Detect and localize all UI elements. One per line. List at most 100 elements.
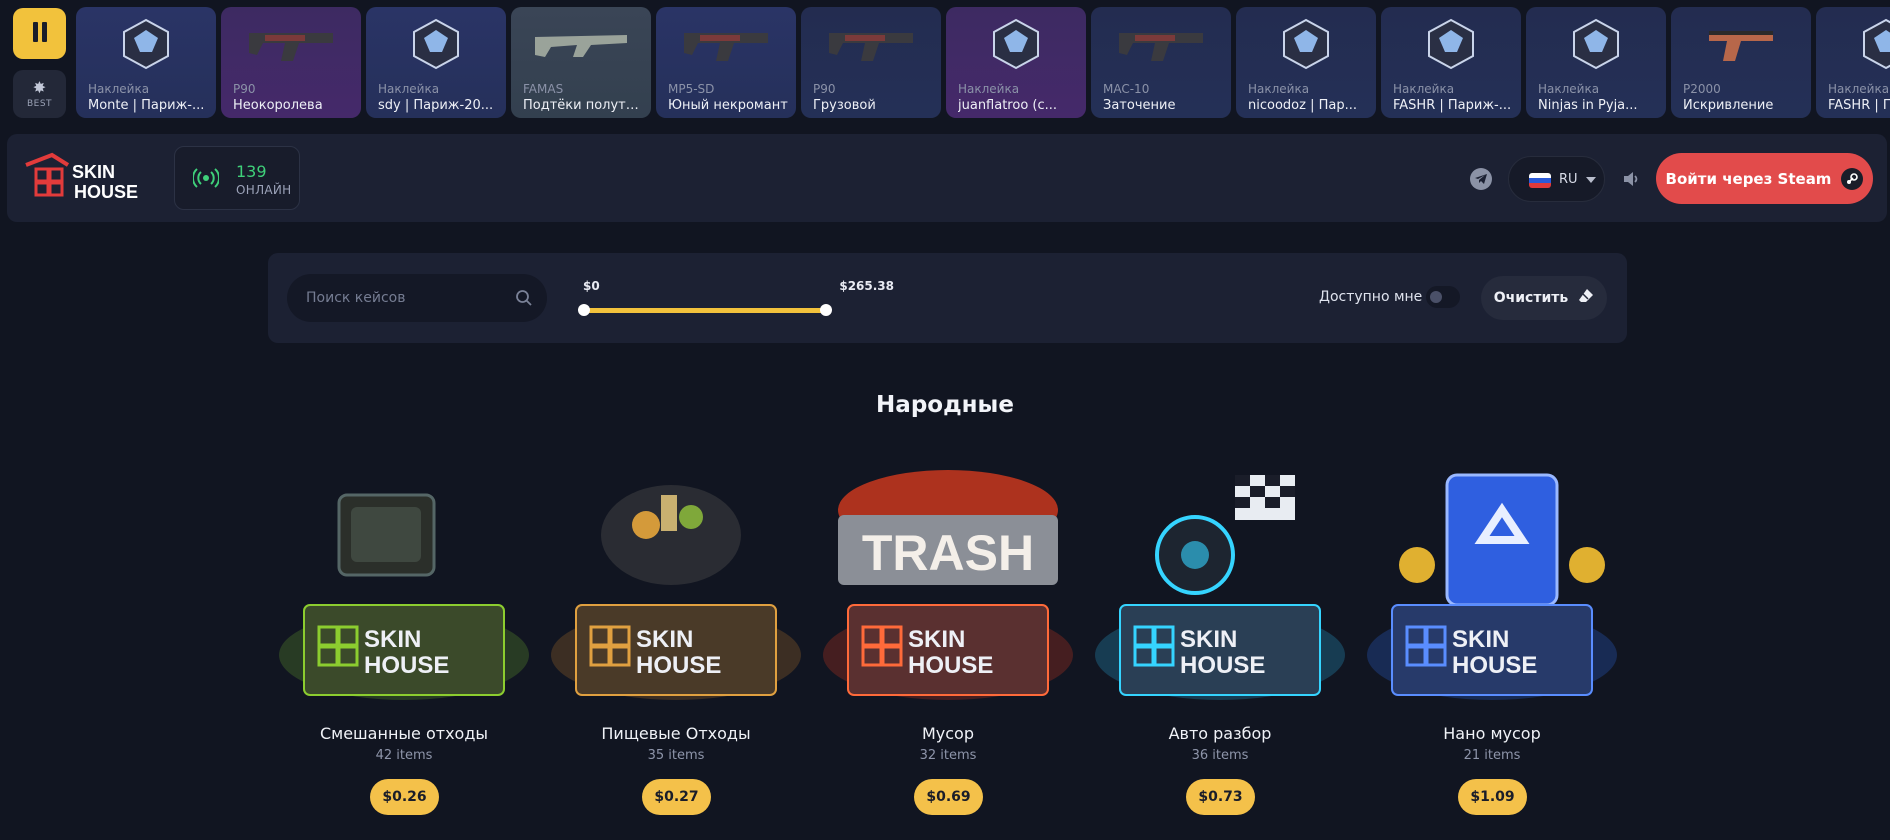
case-name: Нано мусор (1443, 724, 1541, 743)
live-drop-card[interactable]: Наклейка nicoodoz | Пар... (1236, 7, 1376, 118)
drop-item-type: P90 (813, 82, 836, 96)
pause-button[interactable] (13, 8, 66, 59)
case-name: Пищевые Отходы (601, 724, 751, 743)
drop-item-name: Ninjas in Pyja... (1538, 98, 1638, 113)
case-item-count: 32 items (919, 748, 977, 763)
language-selector[interactable]: RU (1508, 156, 1605, 202)
live-drop-card[interactable]: P2000 Искривление (1671, 7, 1811, 118)
drop-item-type: Наклейка (1828, 82, 1890, 96)
live-drop-card[interactable]: P90 Неокоролева (221, 7, 361, 118)
svg-text:SKIN: SKIN (908, 626, 965, 653)
smg-icon (1091, 9, 1231, 79)
pause-icon (31, 21, 49, 46)
fashr-sticker-icon (1381, 9, 1521, 79)
fashr-sticker-icon (1816, 9, 1890, 79)
case-search (287, 274, 547, 322)
search-icon[interactable] (515, 289, 533, 311)
price-range-track[interactable] (584, 308, 826, 313)
steam-login-label: Войти через Steam (1665, 169, 1832, 188)
online-counter: 139 ОНЛАЙН (174, 146, 300, 210)
case-card[interactable]: SKIN HOUSE Нано мусор 21 items $1.09 (1357, 455, 1627, 840)
live-drop-card[interactable]: MAC-10 Заточение (1091, 7, 1231, 118)
chevron-down-icon (1586, 177, 1596, 183)
drop-item-type: Наклейка (1393, 82, 1455, 96)
live-drop-card[interactable]: Наклейка Monte | Париж-... (76, 7, 216, 118)
food-trash-case-image[interactable]: SKIN HOUSE (541, 455, 811, 715)
tires-flag-case-image[interactable]: SKIN HOUSE (1085, 455, 1355, 715)
svg-text:SKIN: SKIN (1452, 626, 1509, 653)
drop-item-type: P90 (233, 82, 256, 96)
smg-icon (801, 9, 941, 79)
case-price-button[interactable]: $1.09 (1458, 779, 1527, 815)
sound-icon[interactable] (1621, 169, 1641, 193)
case-card[interactable]: SKIN HOUSE Пищевые Отходы 35 items $0.27 (541, 455, 811, 840)
live-drop-card[interactable]: Наклейка FASHR | П (1816, 7, 1890, 118)
svg-text:TRASH: TRASH (862, 525, 1034, 581)
telegram-icon[interactable] (1470, 168, 1492, 190)
drop-item-name: Monte | Париж-... (88, 98, 205, 113)
svg-text:HOUSE: HOUSE (636, 652, 721, 679)
case-search-input[interactable] (287, 274, 507, 322)
live-drop-card[interactable]: Наклейка Ninjas in Pyja... (1526, 7, 1666, 118)
drop-item-type: MAC-10 (1103, 82, 1150, 96)
tv-trash-case-image[interactable]: SKIN HOUSE (269, 455, 539, 715)
clear-filters-button[interactable]: Очистить (1481, 276, 1607, 320)
drop-item-name: FASHR | Париж-... (1393, 98, 1512, 113)
svg-text:SKIN: SKIN (364, 626, 421, 653)
sdy-sticker-icon (366, 9, 506, 79)
case-price-button[interactable]: $0.26 (370, 779, 439, 815)
site-logo[interactable]: SKIN HOUSE (22, 151, 152, 202)
site-header: SKIN HOUSE 139 ОНЛАЙН RU Войти через Ste… (7, 134, 1887, 222)
language-code: RU (1559, 172, 1578, 187)
case-price-button[interactable]: $0.27 (642, 779, 711, 815)
rifle-icon (511, 9, 651, 79)
case-item-count: 35 items (647, 748, 705, 763)
drop-item-type: Наклейка (1538, 82, 1600, 96)
live-drop-card[interactable]: P90 Грузовой (801, 7, 941, 118)
trash-case-image[interactable]: TRASH SKIN HOUSE (813, 455, 1083, 715)
price-min-handle[interactable] (578, 304, 590, 316)
case-card[interactable]: TRASH SKIN HOUSE Мусор 32 items $0.69 (813, 455, 1083, 840)
eraser-icon (1578, 288, 1594, 308)
live-drop-card[interactable]: Наклейка juanflatroo (с... (946, 7, 1086, 118)
case-price-button[interactable]: $0.69 (914, 779, 983, 815)
price-max-handle[interactable] (820, 304, 832, 316)
recycle-case-image[interactable]: SKIN HOUSE (1357, 455, 1627, 715)
case-item-count: 42 items (375, 748, 433, 763)
drop-item-name: juanflatroo (с... (958, 98, 1058, 113)
drop-item-type: Наклейка (958, 82, 1020, 96)
star-icon: ✸ (32, 77, 47, 97)
russia-flag-icon (1529, 173, 1551, 188)
case-card[interactable]: SKIN HOUSE Авто разбор 36 items $0.73 (1085, 455, 1355, 840)
svg-text:SKIN: SKIN (72, 162, 115, 182)
best-label: BEST (26, 98, 53, 109)
live-drop-card[interactable]: FAMAS Подтёки полуто... (511, 7, 651, 118)
svg-text:HOUSE: HOUSE (74, 182, 138, 201)
price-min-label: $0 (583, 279, 600, 293)
best-drops-button[interactable]: ✸ BEST (13, 70, 66, 118)
drop-item-type: MP5-SD (668, 82, 715, 96)
drop-item-name: Юный некромант (668, 98, 788, 113)
drop-item-name: Искривление (1683, 98, 1774, 113)
live-drop-card[interactable]: MP5-SD Юный некромант (656, 7, 796, 118)
svg-text:HOUSE: HOUSE (364, 652, 449, 679)
live-drop-card[interactable]: Наклейка sdy | Париж-20... (366, 7, 506, 118)
drop-item-name: Подтёки полуто... (523, 98, 643, 113)
drop-item-name: Неокоролева (233, 98, 323, 113)
available-to-me-toggle[interactable] (1426, 286, 1460, 308)
drop-item-type: P2000 (1683, 82, 1721, 96)
section-title: Народные (876, 392, 1014, 418)
steam-icon (1841, 167, 1864, 190)
drop-item-type: Наклейка (1248, 82, 1310, 96)
live-drop-card[interactable]: Наклейка FASHR | Париж-... (1381, 7, 1521, 118)
drop-item-name: Грузовой (813, 98, 876, 113)
pistol-icon (1671, 9, 1811, 79)
case-price-button[interactable]: $0.73 (1186, 779, 1255, 815)
steam-login-button[interactable]: Войти через Steam (1656, 153, 1873, 204)
drop-item-type: FAMAS (523, 82, 564, 96)
online-label: ОНЛАЙН (236, 183, 292, 197)
online-count: 139 (236, 162, 267, 181)
case-item-count: 21 items (1463, 748, 1521, 763)
case-card[interactable]: SKIN HOUSE Смешанные отходы 42 items $0.26 (269, 455, 539, 840)
broadcast-icon (191, 167, 221, 193)
